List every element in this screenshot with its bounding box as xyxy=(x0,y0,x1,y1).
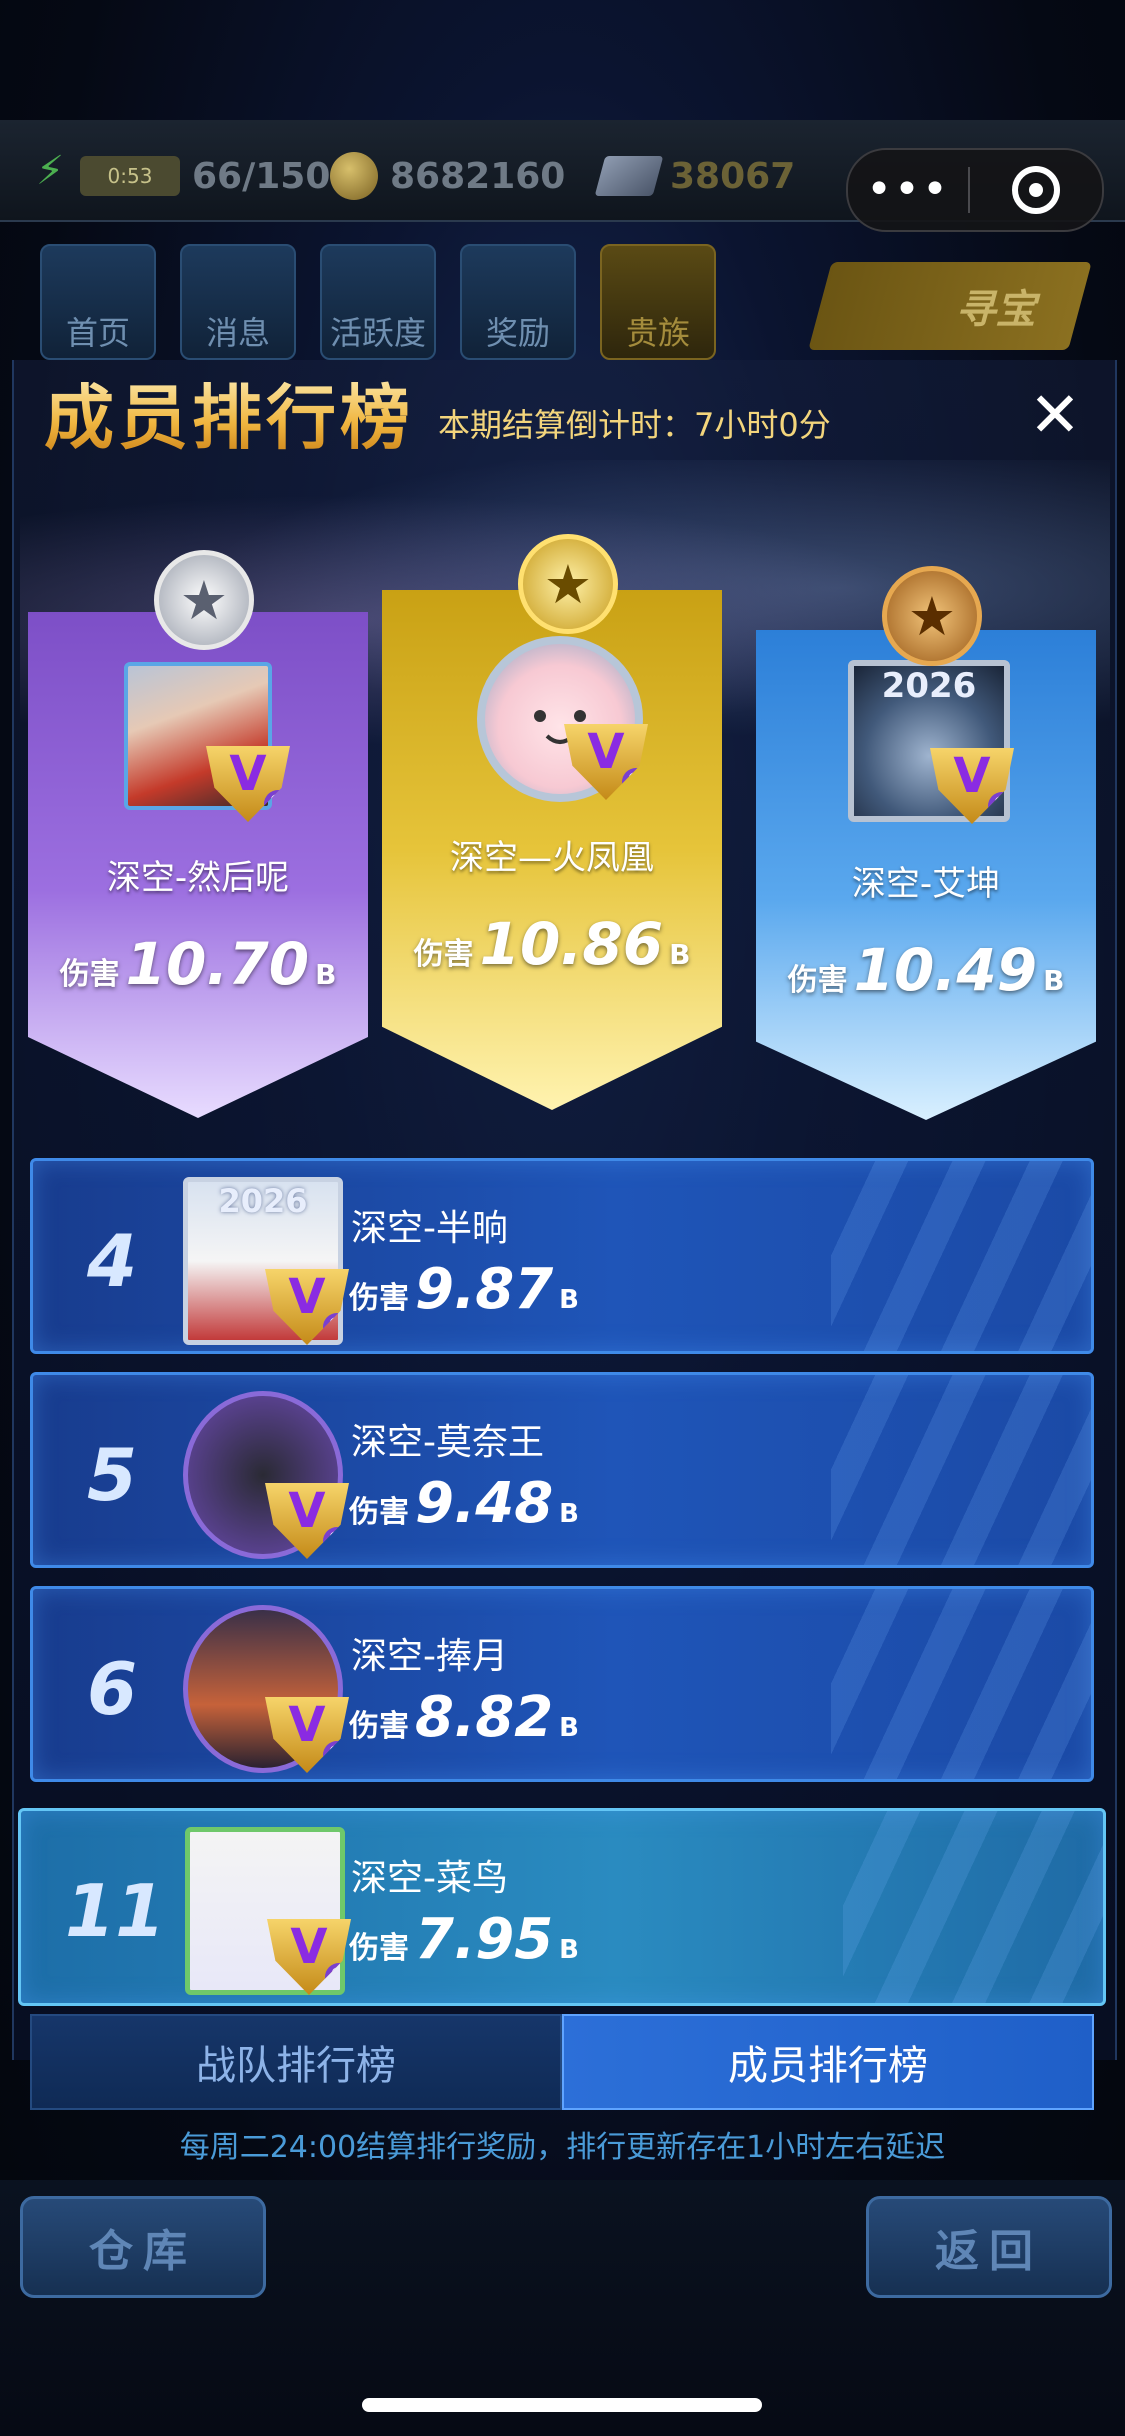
tab-team-leaderboard[interactable]: 战队排行榜 xyxy=(30,2014,562,2110)
tab-member-leaderboard[interactable]: 成员排行榜 xyxy=(562,2014,1094,2110)
player-name: 深空-莫奈王 xyxy=(351,1422,544,1463)
player-name: 深空-菜鸟 xyxy=(351,1858,508,1899)
settlement-countdown: 本期结算倒计时：7小时0分 xyxy=(438,406,831,444)
podium-card-rank-1[interactable]: V9 深空—火凤凰 伤害 10.86 B xyxy=(382,590,722,1110)
rank-number: 4 xyxy=(87,1219,138,1303)
rank-row[interactable]: 4 2026 V9 深空-半晌 伤害9.87B xyxy=(30,1158,1094,1354)
energy-value: 66/150 xyxy=(192,155,331,197)
nav-tab-messages[interactable]: 消息 xyxy=(180,244,296,360)
more-menu-button[interactable]: ••• xyxy=(848,160,968,220)
player-name: 深空-然后呢 xyxy=(106,858,290,898)
row-decoration xyxy=(831,1589,1091,1779)
nav-tab-activity[interactable]: 活跃度 xyxy=(320,244,436,360)
home-indicator[interactable] xyxy=(362,2398,762,2412)
warehouse-button[interactable]: 仓库 xyxy=(20,2196,266,2298)
nav-tab-noble[interactable]: 贵族 xyxy=(600,244,716,360)
miniprogram-capsule: ••• xyxy=(846,148,1104,232)
vip-badge-icon: V9 xyxy=(206,746,290,822)
damage-value: 伤害 8.82 B xyxy=(349,1685,579,1750)
rank-row[interactable]: 6 V9 深空-捧月 伤害 8.82 B xyxy=(30,1586,1094,1782)
nav-tab-home[interactable]: 首页 xyxy=(40,244,156,360)
row-decoration xyxy=(831,1375,1091,1565)
bronze-medal-icon: ★ xyxy=(882,566,982,666)
close-icon[interactable]: ✕ xyxy=(1020,380,1090,450)
gem-icon xyxy=(594,156,664,196)
player-name: 深空—火凤凰 xyxy=(450,838,654,878)
rank-number: 5 xyxy=(87,1433,138,1517)
rank-number: 11 xyxy=(65,1869,166,1953)
damage-value: 伤害 9.48 B xyxy=(349,1471,579,1536)
player-name: 深空-艾坤 xyxy=(851,864,1001,904)
rank-number: 6 xyxy=(87,1647,138,1731)
nav-tab-rewards[interactable]: 奖励 xyxy=(460,244,576,360)
settlement-note: 每周二24:00结算排行奖励，排行更新存在1小时左右延迟 xyxy=(179,2130,946,2165)
treasure-button[interactable]: 寻宝 xyxy=(808,262,1092,350)
close-miniprogram-button[interactable] xyxy=(970,166,1102,214)
coin-stat[interactable]: 8682160 xyxy=(330,148,565,204)
player-name: 深空-半晌 xyxy=(351,1208,508,1249)
row-decoration xyxy=(843,1811,1103,2003)
lightning-icon: ⚡ xyxy=(35,148,65,194)
silver-medal-icon: ★ xyxy=(154,550,254,650)
back-button[interactable]: 返回 xyxy=(866,2196,1112,2298)
damage-value: 伤害 10.49 B xyxy=(787,936,1065,1004)
damage-value: 伤害 10.70 B xyxy=(59,930,337,998)
gem-stat[interactable]: 38067 xyxy=(594,148,796,204)
podium-card-rank-2[interactable]: V9 深空-然后呢 伤害 10.70 B xyxy=(28,612,368,1118)
leaderboard-tabs: 战队排行榜 成员排行榜 xyxy=(30,2014,1094,2110)
gold-medal-icon: ★ xyxy=(518,534,618,634)
energy-timer: 0:53 xyxy=(80,156,180,196)
coin-icon xyxy=(330,152,378,200)
coin-value: 8682160 xyxy=(390,155,566,197)
podium-card-rank-3[interactable]: 2026 V9 深空-艾坤 伤害10.49B xyxy=(756,630,1096,1120)
target-icon xyxy=(1012,166,1060,214)
gem-value: 38067 xyxy=(670,155,796,197)
player-name: 深空-捧月 xyxy=(351,1636,508,1677)
frame-year: 2026 xyxy=(218,1182,308,1220)
rank-row[interactable]: 5 V9 深空-莫奈王 伤害 9.48 B xyxy=(30,1372,1094,1568)
energy-stat[interactable]: ⚡ 0:53 66/150 xyxy=(30,148,330,204)
row-decoration xyxy=(831,1161,1091,1351)
frame-year: 2026 xyxy=(881,666,977,706)
damage-value: 伤害 10.86 B xyxy=(413,910,691,978)
panel-title: 成员排行榜 xyxy=(44,362,414,463)
damage-value: 伤害 9.87 B xyxy=(349,1257,579,1322)
damage-value: 伤害 7.95 B xyxy=(349,1907,579,1972)
my-rank-row[interactable]: 11 V9 深空-菜鸟 伤害7.95B xyxy=(18,1808,1106,2006)
